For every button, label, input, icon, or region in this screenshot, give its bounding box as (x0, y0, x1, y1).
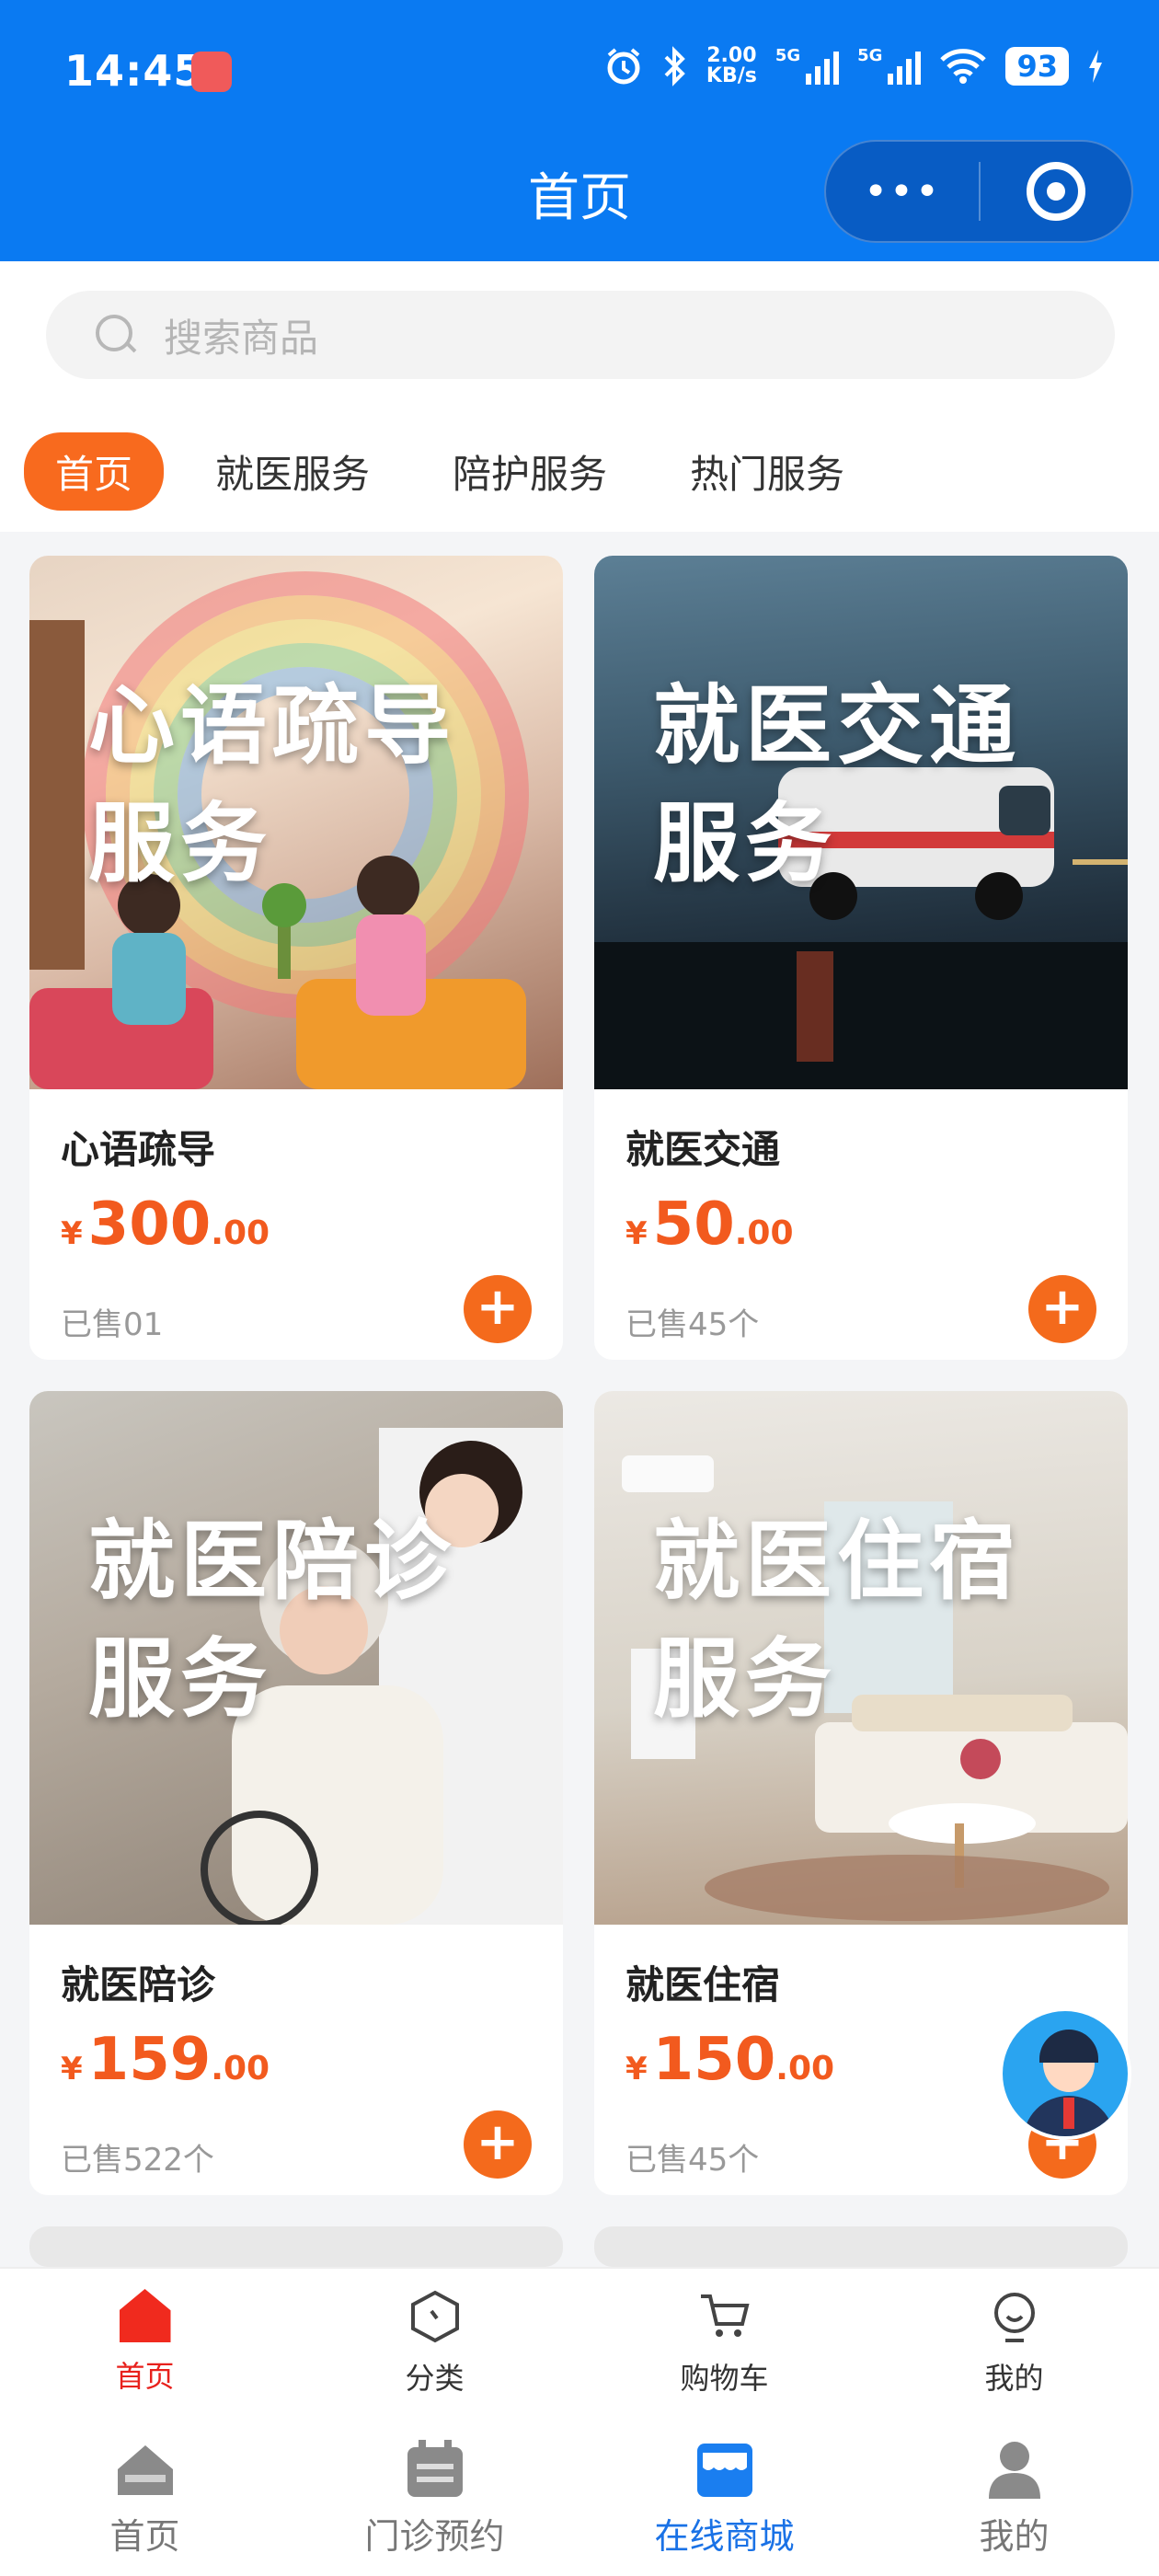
charging-icon (1089, 50, 1102, 83)
headset-icon (1039, 2030, 1098, 2063)
main-tab-mine[interactable]: 我的 (869, 2418, 1159, 2576)
search-input[interactable]: 搜索商品 (46, 291, 1115, 379)
agent-tie (1063, 2098, 1074, 2129)
app-header: 14:45 2.00 KB/s 5G 5G 93 首页 ••• (0, 0, 1159, 261)
target-icon (1026, 162, 1085, 221)
tab-escort-service[interactable]: 陪护服务 (453, 443, 607, 500)
category-icon (410, 2290, 459, 2343)
sold-count: 已售522个 (61, 2142, 214, 2179)
product-price: ¥ 50 .00 (625, 1190, 794, 1259)
tab-home[interactable]: 首页 (24, 432, 165, 511)
product-card[interactable]: 就医陪诊 服务 就医陪诊 ¥ 159 .00 已售522个 + (29, 1391, 563, 2195)
cart-icon (700, 2294, 750, 2337)
product-price: ¥ 300 .00 (61, 1190, 270, 1259)
store-icon (696, 2444, 752, 2497)
status-icons: 2.00 KB/s 5G 5G 93 (603, 46, 1104, 86)
image-caption: 就医住宿 服务 (653, 1512, 1022, 1730)
miniprogram-capsule: ••• (824, 140, 1133, 243)
product-price: ¥ 150 .00 (625, 2026, 835, 2094)
product-card[interactable]: 就医交通 服务 就医交通 ¥ 50 .00 已售45个 + (594, 556, 1128, 1360)
category-tabs: 首页 就医服务 陪护服务 热门服务 (24, 432, 927, 511)
shop-tabbar: 首页 分类 购物车 我的 (0, 2267, 1159, 2418)
product-name[interactable]: 就医陪诊 (61, 1954, 215, 2010)
image-caption: 就医交通 服务 (653, 676, 1022, 894)
calendar-icon (407, 2440, 463, 2497)
status-time: 14:45 (64, 46, 204, 96)
search-icon (96, 315, 136, 355)
product-card-partial[interactable] (594, 2226, 1128, 2267)
user-icon (988, 2442, 1040, 2499)
signal-icon (806, 48, 840, 85)
main-tabbar: 首页 门诊预约 在线商城 我的 (0, 2418, 1159, 2576)
search-placeholder: 搜索商品 (164, 315, 319, 361)
shop-tab-cart[interactable]: 购物车 (580, 2269, 869, 2418)
product-card-partial[interactable] (29, 2226, 563, 2267)
signal-icon-2 (888, 48, 922, 85)
shop-tab-mine[interactable]: 我的 (869, 2269, 1159, 2418)
image-caption: 就医陪诊 服务 (88, 1512, 457, 1730)
main-tab-store[interactable]: 在线商城 (580, 2418, 869, 2576)
main-tab-appointment[interactable]: 门诊预约 (290, 2418, 580, 2576)
more-button[interactable]: ••• (826, 168, 979, 215)
customer-service-button[interactable] (999, 2007, 1131, 2140)
add-to-cart-button[interactable]: + (1028, 1275, 1096, 1343)
home-icon (119, 2289, 171, 2342)
wifi-icon (940, 49, 987, 84)
product-image[interactable]: 就医住宿 服务 (594, 1391, 1128, 1925)
add-to-cart-button[interactable]: + (464, 1275, 532, 1343)
home-icon (117, 2445, 173, 2495)
alarm-icon (607, 48, 640, 85)
sold-count: 已售01 (61, 1306, 164, 1343)
shop-tab-home[interactable]: 首页 (0, 2269, 290, 2418)
product-name[interactable]: 就医交通 (625, 1119, 780, 1175)
main-tab-home[interactable]: 首页 (0, 2418, 290, 2576)
net-speed: 2.00 KB/s (706, 44, 757, 87)
close-miniprogram-button[interactable] (981, 162, 1131, 221)
bluetooth-icon (664, 46, 685, 86)
signal-label-1: 5G (775, 46, 801, 65)
battery-level: 93 (1005, 47, 1069, 86)
add-to-cart-button[interactable]: + (464, 2110, 532, 2179)
tab-hot-service[interactable]: 热门服务 (690, 443, 844, 500)
notification-app-icon (191, 52, 232, 92)
product-name[interactable]: 就医住宿 (625, 1954, 780, 2010)
product-image[interactable]: 就医陪诊 服务 (29, 1391, 563, 1925)
sold-count: 已售45个 (625, 1306, 760, 1343)
product-card[interactable]: 心语疏导 服务 心语疏导 ¥ 300 .00 已售01 + (29, 556, 563, 1360)
tab-medical-service[interactable]: 就医服务 (215, 443, 370, 500)
signal-label-2: 5G (857, 46, 883, 65)
product-name[interactable]: 心语疏导 (61, 1119, 215, 1175)
product-price: ¥ 159 .00 (61, 2026, 270, 2094)
product-image[interactable]: 就医交通 服务 (594, 556, 1128, 1089)
shop-tab-category[interactable]: 分类 (290, 2269, 580, 2418)
profile-icon (993, 2293, 1035, 2342)
sold-count: 已售45个 (625, 2142, 760, 2179)
search-and-tabs: 搜索商品 首页 就医服务 陪护服务 热门服务 (0, 261, 1159, 532)
product-image[interactable]: 心语疏导 服务 (29, 556, 563, 1089)
image-caption: 心语疏导 服务 (88, 676, 457, 894)
